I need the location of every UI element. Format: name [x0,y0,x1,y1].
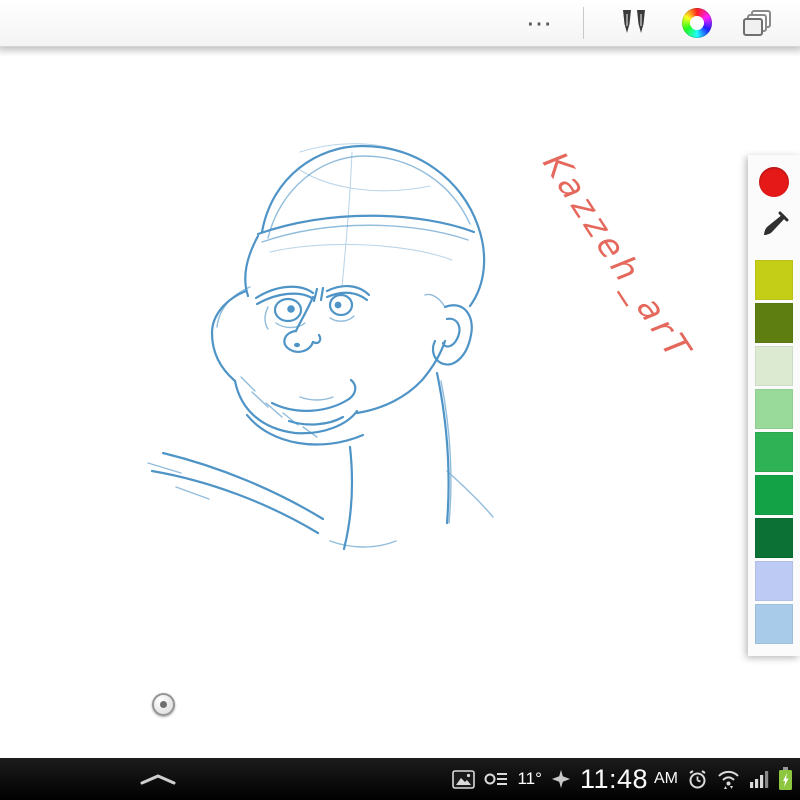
clock-meridiem: AM [654,770,678,787]
palette-swatch[interactable] [755,561,793,601]
palette-swatch[interactable] [755,389,793,429]
current-color-swatch[interactable] [759,167,789,197]
android-status-bar: 11° 11:48 AM [0,758,800,800]
pens-icon[interactable] [614,8,652,38]
palette-swatch[interactable] [755,303,793,343]
clock-time: 11:48 [579,763,648,794]
toolbar-divider [583,7,584,39]
alarm-icon [687,769,708,790]
swatch-list [755,260,793,644]
palette-swatch[interactable] [755,260,793,300]
palette-swatch[interactable] [755,475,793,515]
signal-icon [749,769,769,789]
palette-swatch[interactable] [755,518,793,558]
top-toolbar: ⋯ [0,0,800,47]
palette-swatch[interactable] [755,604,793,644]
layers-icon[interactable] [742,8,774,38]
sketch-app-screen: ⋯ Kazzeh_arT 11° 11:48 AM [0,0,800,800]
memo-icon [484,770,508,788]
gallery-icon [452,769,476,789]
color-palette-panel [748,155,800,656]
more-options-icon[interactable]: ⋯ [526,10,553,36]
palette-swatch[interactable] [755,432,793,472]
status-icon-cluster: 11° 11:48 AM [452,764,800,795]
stylus-puck-handle[interactable] [152,693,175,716]
palette-swatch[interactable] [755,346,793,386]
chevron-up-icon[interactable] [138,772,178,786]
color-wheel-icon[interactable] [682,8,712,38]
drawing-canvas[interactable] [0,47,800,758]
weather-icon [551,769,571,789]
eyedropper-icon[interactable] [759,211,789,246]
wifi-icon [717,769,740,789]
battery-icon [778,767,793,791]
temperature-label: 11° [517,769,542,788]
